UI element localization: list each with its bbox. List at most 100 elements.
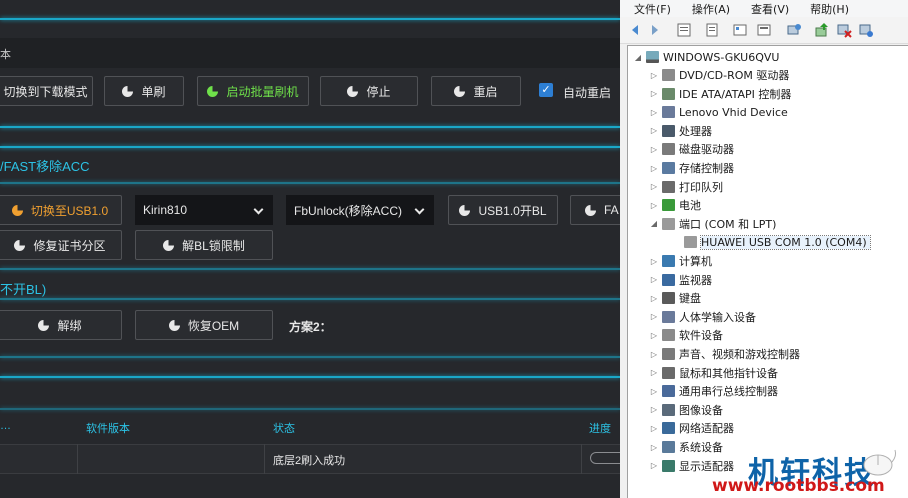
switch-download-label: 切换到下载模式 bbox=[3, 84, 88, 99]
chevron-down-icon bbox=[253, 204, 264, 215]
back-arrow-icon[interactable] bbox=[628, 22, 644, 38]
system-icon bbox=[662, 441, 675, 453]
restart-button[interactable]: 重启 bbox=[431, 76, 521, 106]
port-icon bbox=[684, 236, 697, 249]
battery-icon bbox=[662, 199, 675, 212]
expand-arrow-icon[interactable]: ▷ bbox=[649, 182, 659, 191]
expand-arrow-icon[interactable]: ▷ bbox=[649, 387, 659, 396]
expand-arrow-icon[interactable]: ▷ bbox=[649, 461, 659, 470]
expand-arrow-icon[interactable]: ▷ bbox=[649, 275, 659, 284]
tree-node-label: 网络适配器 bbox=[679, 422, 734, 436]
help-doc-icon[interactable] bbox=[704, 22, 720, 38]
tree-node[interactable]: ▷ 处理器 bbox=[649, 122, 712, 140]
collapse-arrow-icon[interactable]: ◢ bbox=[649, 219, 659, 228]
expand-arrow-icon[interactable]: ▷ bbox=[649, 145, 659, 154]
unbind-label: 解绑 bbox=[57, 318, 82, 333]
collapse-arrow-icon[interactable]: ◢ bbox=[633, 53, 643, 62]
divider bbox=[0, 126, 620, 128]
expand-arrow-icon[interactable]: ▷ bbox=[649, 331, 659, 340]
chip-select[interactable]: Kirin810 bbox=[135, 195, 273, 225]
properties-icon[interactable] bbox=[676, 22, 692, 38]
expand-arrow-icon[interactable]: ▷ bbox=[649, 71, 659, 80]
menu-view[interactable]: 查看(V) bbox=[737, 0, 796, 17]
stop-button[interactable]: 停止 bbox=[320, 76, 418, 106]
tree-node[interactable]: ▷ 软件设备 bbox=[649, 326, 723, 344]
tree-node[interactable]: ▷ 电池 bbox=[649, 196, 701, 214]
expand-arrow-icon[interactable]: ▷ bbox=[649, 350, 659, 359]
expand-arrow-icon[interactable]: ▷ bbox=[649, 257, 659, 266]
tree-node[interactable]: ▷ 打印队列 bbox=[649, 178, 723, 196]
tree-node[interactable]: ▷ 存储控制器 bbox=[649, 159, 734, 177]
expand-arrow-icon[interactable]: ▷ bbox=[649, 108, 659, 117]
tree-node[interactable]: ▷ IDE ATA/ATAPI 控制器 bbox=[649, 85, 791, 103]
uninstall-icon[interactable] bbox=[836, 22, 852, 38]
tree-node[interactable]: ▷ 显示适配器 bbox=[649, 457, 734, 475]
expand-arrow-icon[interactable]: ▷ bbox=[649, 126, 659, 135]
auto-restart-checkbox[interactable]: ✓ bbox=[539, 83, 553, 97]
pie-icon bbox=[11, 204, 23, 216]
tree-node-label: 图像设备 bbox=[679, 403, 723, 417]
expand-arrow-icon[interactable]: ▷ bbox=[649, 424, 659, 433]
disable-device-icon[interactable] bbox=[858, 22, 874, 38]
tree-node[interactable]: ▷ 监视器 bbox=[649, 271, 712, 289]
tree-node[interactable]: ▷ 网络适配器 bbox=[649, 419, 734, 437]
unlock-select[interactable]: FbUnlock(移除ACC) bbox=[286, 195, 434, 225]
switch-download-mode-button[interactable]: 切换到下载模式 bbox=[0, 76, 93, 106]
expand-arrow-icon[interactable]: ▷ bbox=[649, 443, 659, 452]
expand-arrow-icon[interactable]: ▷ bbox=[649, 405, 659, 414]
tree-root[interactable]: ◢ WINDOWS-GKU6QVU bbox=[633, 48, 780, 66]
fa-button[interactable]: FA bbox=[570, 195, 620, 225]
pie-icon bbox=[207, 85, 219, 97]
expand-arrow-icon[interactable]: ▷ bbox=[649, 312, 659, 321]
tree-node-label: 显示适配器 bbox=[679, 459, 734, 473]
divider bbox=[0, 18, 620, 20]
tree-node[interactable]: ▷ 鼠标和其他指针设备 bbox=[649, 364, 778, 382]
tree-node[interactable]: ▷ 计算机 bbox=[649, 252, 712, 270]
menu-action[interactable]: 操作(A) bbox=[678, 0, 737, 17]
tab-label[interactable]: 本 bbox=[0, 46, 11, 62]
plan2-label: 方案2： bbox=[289, 320, 332, 334]
flash-tool-window: 本 切换到下载模式 单刷 启动批量刷机 停止 重启 ✓ 自动重启 /FAST移除… bbox=[0, 0, 620, 498]
expand-arrow-icon[interactable]: ▷ bbox=[649, 294, 659, 303]
batch-flash-button[interactable]: 启动批量刷机 bbox=[197, 76, 309, 106]
camera-icon bbox=[662, 403, 675, 416]
scan-hardware-icon[interactable] bbox=[786, 22, 802, 38]
tree-node-label: 监视器 bbox=[679, 273, 712, 287]
unbind-button[interactable]: 解绑 bbox=[0, 310, 122, 340]
bl-unlock-limit-button[interactable]: 解BL锁限制 bbox=[135, 230, 273, 260]
switch-usb-button[interactable]: 切换至USB1.0 bbox=[0, 195, 122, 225]
view-list-icon[interactable] bbox=[732, 22, 748, 38]
tree-node[interactable]: ▷ 图像设备 bbox=[649, 401, 723, 419]
tree-node[interactable]: ▷ 声音、视频和游戏控制器 bbox=[649, 345, 800, 363]
divider bbox=[0, 268, 620, 270]
tree-node-child[interactable]: HUAWEI USB COM 1.0 (COM4) bbox=[681, 233, 871, 251]
view-details-icon[interactable] bbox=[756, 22, 772, 38]
single-flash-button[interactable]: 单刷 bbox=[104, 76, 184, 106]
menu-file[interactable]: 文件(F) bbox=[620, 0, 678, 17]
tree-node[interactable]: ▷ 通用串行总线控制器 bbox=[649, 382, 778, 400]
pie-icon bbox=[38, 319, 50, 331]
single-flash-label: 单刷 bbox=[141, 84, 166, 99]
expand-arrow-icon[interactable]: ▷ bbox=[649, 201, 659, 210]
hid-icon bbox=[662, 106, 675, 119]
forward-arrow-icon[interactable] bbox=[646, 22, 662, 38]
tree-node[interactable]: ▷ 系统设备 bbox=[649, 438, 723, 456]
update-driver-icon[interactable] bbox=[814, 22, 830, 38]
tree-node[interactable]: ▷ 磁盘驱动器 bbox=[649, 140, 734, 158]
tree-node[interactable]: ▷ 人体学输入设备 bbox=[649, 308, 756, 326]
tree-node[interactable]: ▷ DVD/CD-ROM 驱动器 bbox=[649, 66, 789, 84]
tree-node-label: 磁盘驱动器 bbox=[679, 143, 734, 157]
restore-oem-button[interactable]: 恢复OEM bbox=[135, 310, 273, 340]
usb-open-bl-button[interactable]: USB1.0开BL bbox=[448, 195, 558, 225]
menu-help[interactable]: 帮助(H) bbox=[796, 0, 856, 17]
port-icon bbox=[662, 217, 675, 230]
tree-node-label: 人体学输入设备 bbox=[679, 310, 756, 324]
expand-arrow-icon[interactable]: ▷ bbox=[649, 89, 659, 98]
expand-arrow-icon[interactable]: ▷ bbox=[649, 164, 659, 173]
expand-arrow-icon[interactable]: ▷ bbox=[649, 368, 659, 377]
tree-node[interactable]: ▷ Lenovo Vhid Device bbox=[649, 103, 788, 121]
tree-node[interactable]: ◢ 端口 (COM 和 LPT) bbox=[649, 215, 776, 233]
tree-node[interactable]: ▷ 键盘 bbox=[649, 289, 701, 307]
tree-node-label: 软件设备 bbox=[679, 329, 723, 343]
repair-cert-button[interactable]: 修复证书分区 bbox=[0, 230, 122, 260]
